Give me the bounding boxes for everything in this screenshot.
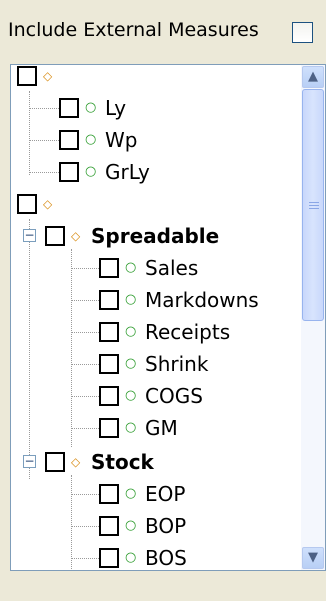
node-checkbox[interactable] — [99, 386, 119, 406]
node-label: Sales — [145, 256, 199, 280]
node-checkbox[interactable] — [99, 548, 119, 568]
measures-tree-panel: ◇ ○ Ly ○ Wp ○ GrLy ◇ − ◇ Spreadable ○ Sa… — [10, 64, 326, 571]
dot-icon: ○ — [85, 100, 97, 115]
tree-node[interactable]: ○ Ly — [11, 92, 301, 124]
node-label: GrLy — [105, 160, 150, 184]
tree-node[interactable]: ◇ — [11, 188, 301, 220]
node-label: Stock — [91, 450, 154, 474]
dot-icon: ○ — [125, 356, 137, 371]
collapse-expander-icon[interactable]: − — [23, 229, 36, 242]
tree-node[interactable]: ○ Shrink — [11, 348, 301, 380]
scroll-up-icon[interactable]: ▲ — [302, 66, 324, 88]
node-label: GM — [145, 416, 178, 440]
dot-icon: ○ — [125, 550, 137, 565]
tree-node[interactable]: ○ Markdowns — [11, 284, 301, 316]
node-checkbox[interactable] — [99, 354, 119, 374]
node-checkbox[interactable] — [45, 452, 65, 472]
tree-node[interactable]: ○ GM — [11, 412, 301, 444]
node-label: BOS — [145, 546, 187, 570]
dot-icon: ○ — [125, 486, 137, 501]
tree-node[interactable]: ○ Wp — [11, 124, 301, 156]
tree-node-spreadable[interactable]: − ◇ Spreadable — [11, 220, 301, 252]
grip-icon — [309, 202, 319, 210]
include-external-measures-checkbox[interactable] — [292, 22, 313, 43]
node-checkbox[interactable] — [17, 194, 37, 214]
dot-icon: ○ — [125, 260, 137, 275]
node-checkbox[interactable] — [17, 66, 37, 86]
scrollbar-thumb[interactable] — [302, 89, 324, 321]
node-checkbox[interactable] — [99, 418, 119, 438]
node-checkbox[interactable] — [59, 162, 79, 182]
dot-icon: ○ — [125, 292, 137, 307]
tree-node[interactable]: ○ EOP — [11, 478, 301, 510]
node-label: BOP — [145, 514, 187, 538]
options-header: Include External Measures — [0, 0, 326, 62]
node-checkbox[interactable] — [59, 98, 79, 118]
collapse-expander-icon[interactable]: − — [23, 455, 36, 468]
node-checkbox[interactable] — [99, 258, 119, 278]
node-label: Markdowns — [145, 288, 259, 312]
tree-node[interactable]: ◇ — [11, 65, 301, 92]
dot-icon: ○ — [125, 518, 137, 533]
dot-icon: ○ — [125, 420, 137, 435]
node-checkbox[interactable] — [45, 226, 65, 246]
tree-node-stock[interactable]: − ◇ Stock — [11, 446, 301, 478]
node-checkbox[interactable] — [99, 484, 119, 504]
scroll-down-icon[interactable]: ▼ — [302, 547, 324, 569]
node-label: Wp — [105, 128, 138, 152]
diamond-icon: ◇ — [43, 69, 53, 83]
tree-node[interactable]: ○ Sales — [11, 252, 301, 284]
node-checkbox[interactable] — [99, 322, 119, 342]
diamond-icon: ◇ — [71, 229, 81, 243]
tree-node[interactable]: ○ BOP — [11, 510, 301, 542]
node-label: EOP — [145, 482, 186, 506]
node-checkbox[interactable] — [99, 290, 119, 310]
vertical-scrollbar[interactable]: ▲ ▼ — [301, 65, 325, 570]
diamond-icon: ◇ — [71, 455, 81, 469]
diamond-icon: ◇ — [43, 197, 53, 211]
node-label: Ly — [105, 96, 127, 120]
measures-tree: ◇ ○ Ly ○ Wp ○ GrLy ◇ − ◇ Spreadable ○ Sa… — [11, 65, 301, 570]
dot-icon: ○ — [85, 132, 97, 147]
node-label: Shrink — [145, 352, 209, 376]
dot-icon: ○ — [85, 164, 97, 179]
include-external-measures-label: Include External Measures — [8, 19, 259, 41]
node-checkbox[interactable] — [59, 130, 79, 150]
node-label: Spreadable — [91, 224, 220, 248]
tree-node[interactable]: ○ BOS — [11, 542, 301, 570]
dot-icon: ○ — [125, 388, 137, 403]
tree-node[interactable]: ○ GrLy — [11, 156, 301, 188]
node-checkbox[interactable] — [99, 516, 119, 536]
tree-node[interactable]: ○ COGS — [11, 380, 301, 412]
tree-node[interactable]: ○ Receipts — [11, 316, 301, 348]
node-label: COGS — [145, 384, 203, 408]
node-label: Receipts — [145, 320, 231, 344]
dot-icon: ○ — [125, 324, 137, 339]
